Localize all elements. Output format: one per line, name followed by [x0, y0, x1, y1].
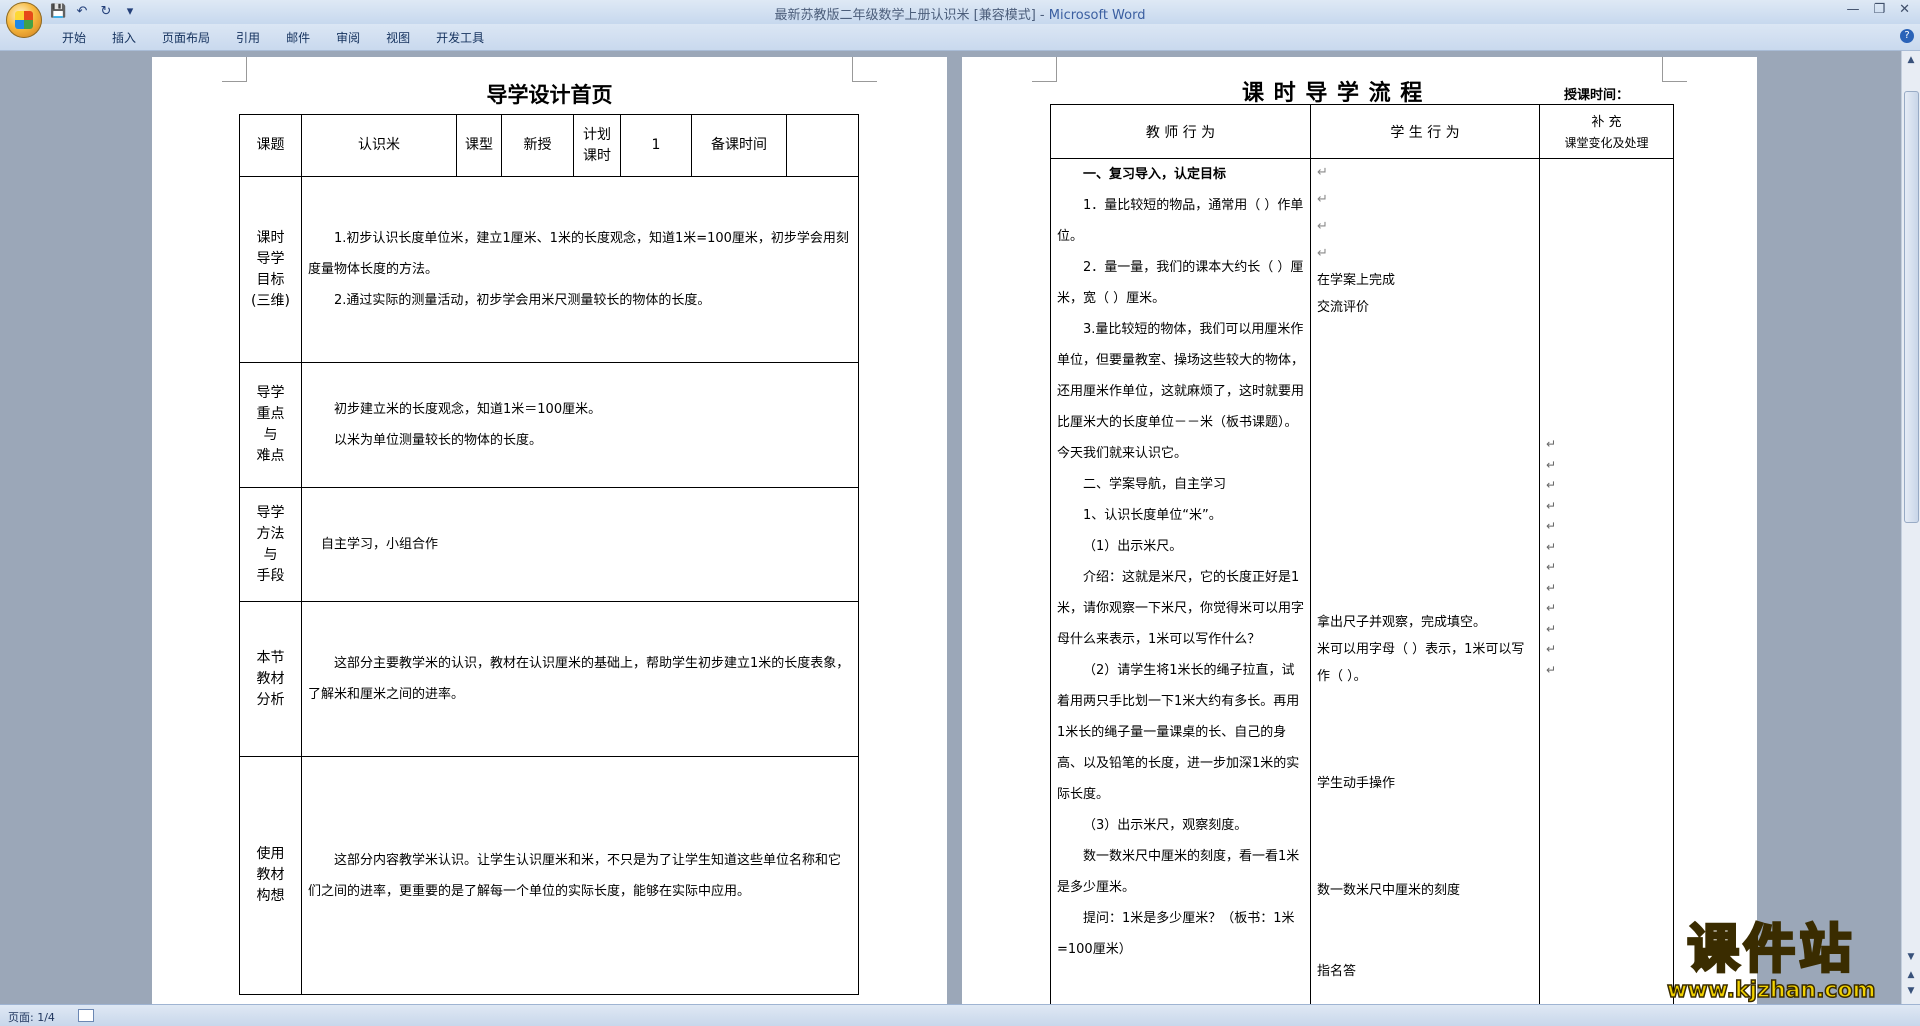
watermark-url: www.kjzhan.com	[1666, 978, 1876, 1004]
topic-label: 课题	[239, 114, 302, 177]
page-title: 导学设计首页	[486, 83, 613, 107]
tab-page-layout[interactable]: 页面布局	[162, 29, 210, 46]
key-points-content: 初步建立米的长度观念，知道1米＝100厘米。 以米为单位测量较长的物体的长度。	[301, 362, 859, 488]
table-row: 导学 重点与难点 初步建立米的长度观念，知道1米＝100厘米。 以米为单位测量较长…	[239, 362, 859, 488]
table-row: 本节 教材 分析 这部分主要教学米的认识，教材在认识厘米的基础上，帮助学生初步建立1…	[239, 601, 859, 757]
close-icon[interactable]: ✕	[1899, 2, 1910, 17]
tab-review[interactable]: 审阅	[336, 29, 360, 46]
tab-view[interactable]: 视图	[386, 29, 410, 46]
table-row: 课时 导学 目标 (三维) 1.初步认识长度单位米，建立1厘米、1米的长度观念，知道1…	[239, 176, 859, 363]
page-title: 课 时 导 学 流 程	[1242, 81, 1424, 106]
goal-label: 课时 导学 目标 (三维)	[239, 176, 302, 363]
analysis-content: 这部分主要教学米的认识，教材在认识厘米的基础上，帮助学生初步建立1米的长度表象，…	[301, 601, 859, 757]
vertical-scrollbar[interactable]: ▲ ▼ ▲ ▼	[1901, 51, 1920, 1004]
ribbon-tabs: 开始 插入 页面布局 引用 邮件 审阅 视图 开发工具 ?	[0, 24, 1920, 51]
scroll-down-icon[interactable]: ▼	[1905, 952, 1917, 964]
office-button[interactable]	[6, 2, 42, 38]
window-controls: — ❐ ✕	[1846, 2, 1910, 17]
lesson-flow-table: 教 师 行 为 学 生 行 为 补 充课堂变化及处理 一、复习导入，认定目标 1…	[1050, 104, 1674, 1004]
site-watermark: 课件站 www.kjzhan.com	[1666, 920, 1876, 1004]
tab-home[interactable]: 开始	[62, 29, 86, 46]
key-points-label: 导学 重点与难点	[239, 362, 302, 488]
lesson-type-value: 新授	[501, 114, 574, 177]
scrollbar-thumb[interactable]	[1904, 91, 1919, 523]
table-row: 使用 教材 构想 这部分内容教学米认识。让学生认识厘米和米，不只是为了让学生知道这些…	[239, 756, 859, 995]
window-title: 最新苏教版二年级数学上册认识米 [兼容模式] - Microsoft Word	[774, 8, 1146, 23]
status-bar: 页面: 1/4	[0, 1004, 1920, 1026]
prep-time-value[interactable]	[786, 114, 859, 177]
crop-mark	[1032, 57, 1057, 82]
planned-hours-value: 1	[620, 114, 692, 177]
tab-developer[interactable]: 开发工具	[436, 29, 484, 46]
app-name: Microsoft Word	[1048, 8, 1146, 23]
lesson-plan-table: 课题 认识米 课型 新授 计划 课时 1 备课时间 课时 导学 目标 (三维) 1.初步…	[239, 114, 859, 995]
teacher-column-header: 教 师 行 为	[1050, 104, 1311, 159]
office-logo-icon	[15, 11, 33, 29]
analysis-label: 本节 教材 分析	[239, 601, 302, 757]
title-bar: 💾 ↶ ↻ ▾ 最新苏教版二年级数学上册认识米 [兼容模式] - Microso…	[0, 0, 1920, 38]
teacher-actions: 一、复习导入，认定目标 1．量比较短的物品，通常用（ ）作单位。 2．量一量，我…	[1050, 158, 1311, 1004]
planned-hours-label: 计划 课时	[573, 114, 621, 177]
minimize-icon[interactable]: —	[1846, 2, 1859, 17]
method-label: 导学 方法与手段	[239, 487, 302, 602]
next-page-icon[interactable]: ▼	[1905, 986, 1917, 998]
document-name: 最新苏教版二年级数学上册认识米 [兼容模式]	[774, 8, 1036, 23]
document-workspace: 导学设计首页 课题 认识米 课型 新授 计划 课时 1 备课时间 课时 导学 目标 (三…	[0, 51, 1902, 1004]
tab-insert[interactable]: 插入	[112, 29, 136, 46]
page-1: 导学设计首页 课题 认识米 课型 新授 计划 课时 1 备课时间 课时 导学 目标 (三…	[152, 57, 947, 1004]
prep-time-label: 备课时间	[691, 114, 787, 177]
student-column-header: 学 生 行 为	[1310, 104, 1540, 159]
topic-value: 认识米	[301, 114, 457, 177]
tab-mailings[interactable]: 邮件	[286, 29, 310, 46]
student-actions: ↵ ↵ ↵ ↵ 在学案上完成 交流评价 拿出尺子并观察，完成填空。 米可以用字母…	[1310, 158, 1540, 1004]
restore-icon[interactable]: ❐	[1873, 2, 1885, 17]
table-row: 课题 认识米 课型 新授 计划 课时 1 备课时间	[239, 114, 859, 177]
page-indicator[interactable]: 页面: 1/4	[8, 1009, 55, 1025]
tab-references[interactable]: 引用	[236, 29, 260, 46]
notes-column: ↵ ↵ ↵ ↵ ↵ ↵ ↵ ↵ ↵ ↵ ↵ ↵	[1539, 158, 1674, 1004]
proofing-icon[interactable]	[78, 1009, 94, 1022]
previous-page-icon[interactable]: ▲	[1905, 970, 1917, 982]
usage-content: 这部分内容教学米认识。让学生认识厘米和米，不只是为了让学生知道这些单位名称和它们…	[301, 756, 859, 995]
table-header-row: 教 师 行 为 学 生 行 为 补 充课堂变化及处理	[1050, 104, 1674, 159]
method-content: 自主学习，小组合作	[301, 487, 859, 602]
lesson-type-label: 课型	[456, 114, 502, 177]
goal-content: 1.初步认识长度单位米，建立1厘米、1米的长度观念，知道1米=100厘米，初步学…	[301, 176, 859, 363]
usage-label: 使用 教材 构想	[239, 756, 302, 995]
table-row: 导学 方法与手段 自主学习，小组合作	[239, 487, 859, 602]
table-row: 一、复习导入，认定目标 1．量比较短的物品，通常用（ ）作单位。 2．量一量，我…	[1050, 158, 1674, 1004]
notes-column-header: 补 充课堂变化及处理	[1539, 104, 1674, 159]
crop-mark	[1662, 57, 1687, 82]
watermark-logo: 课件站	[1686, 920, 1856, 981]
help-icon[interactable]: ?	[1900, 29, 1914, 43]
class-time-label: 授课时间：	[1564, 88, 1630, 103]
page-2: 课 时 导 学 流 程 授课时间： 教 师 行 为 学 生 行 为 补 充课堂变…	[962, 57, 1757, 1004]
scroll-up-icon[interactable]: ▲	[1905, 55, 1917, 67]
